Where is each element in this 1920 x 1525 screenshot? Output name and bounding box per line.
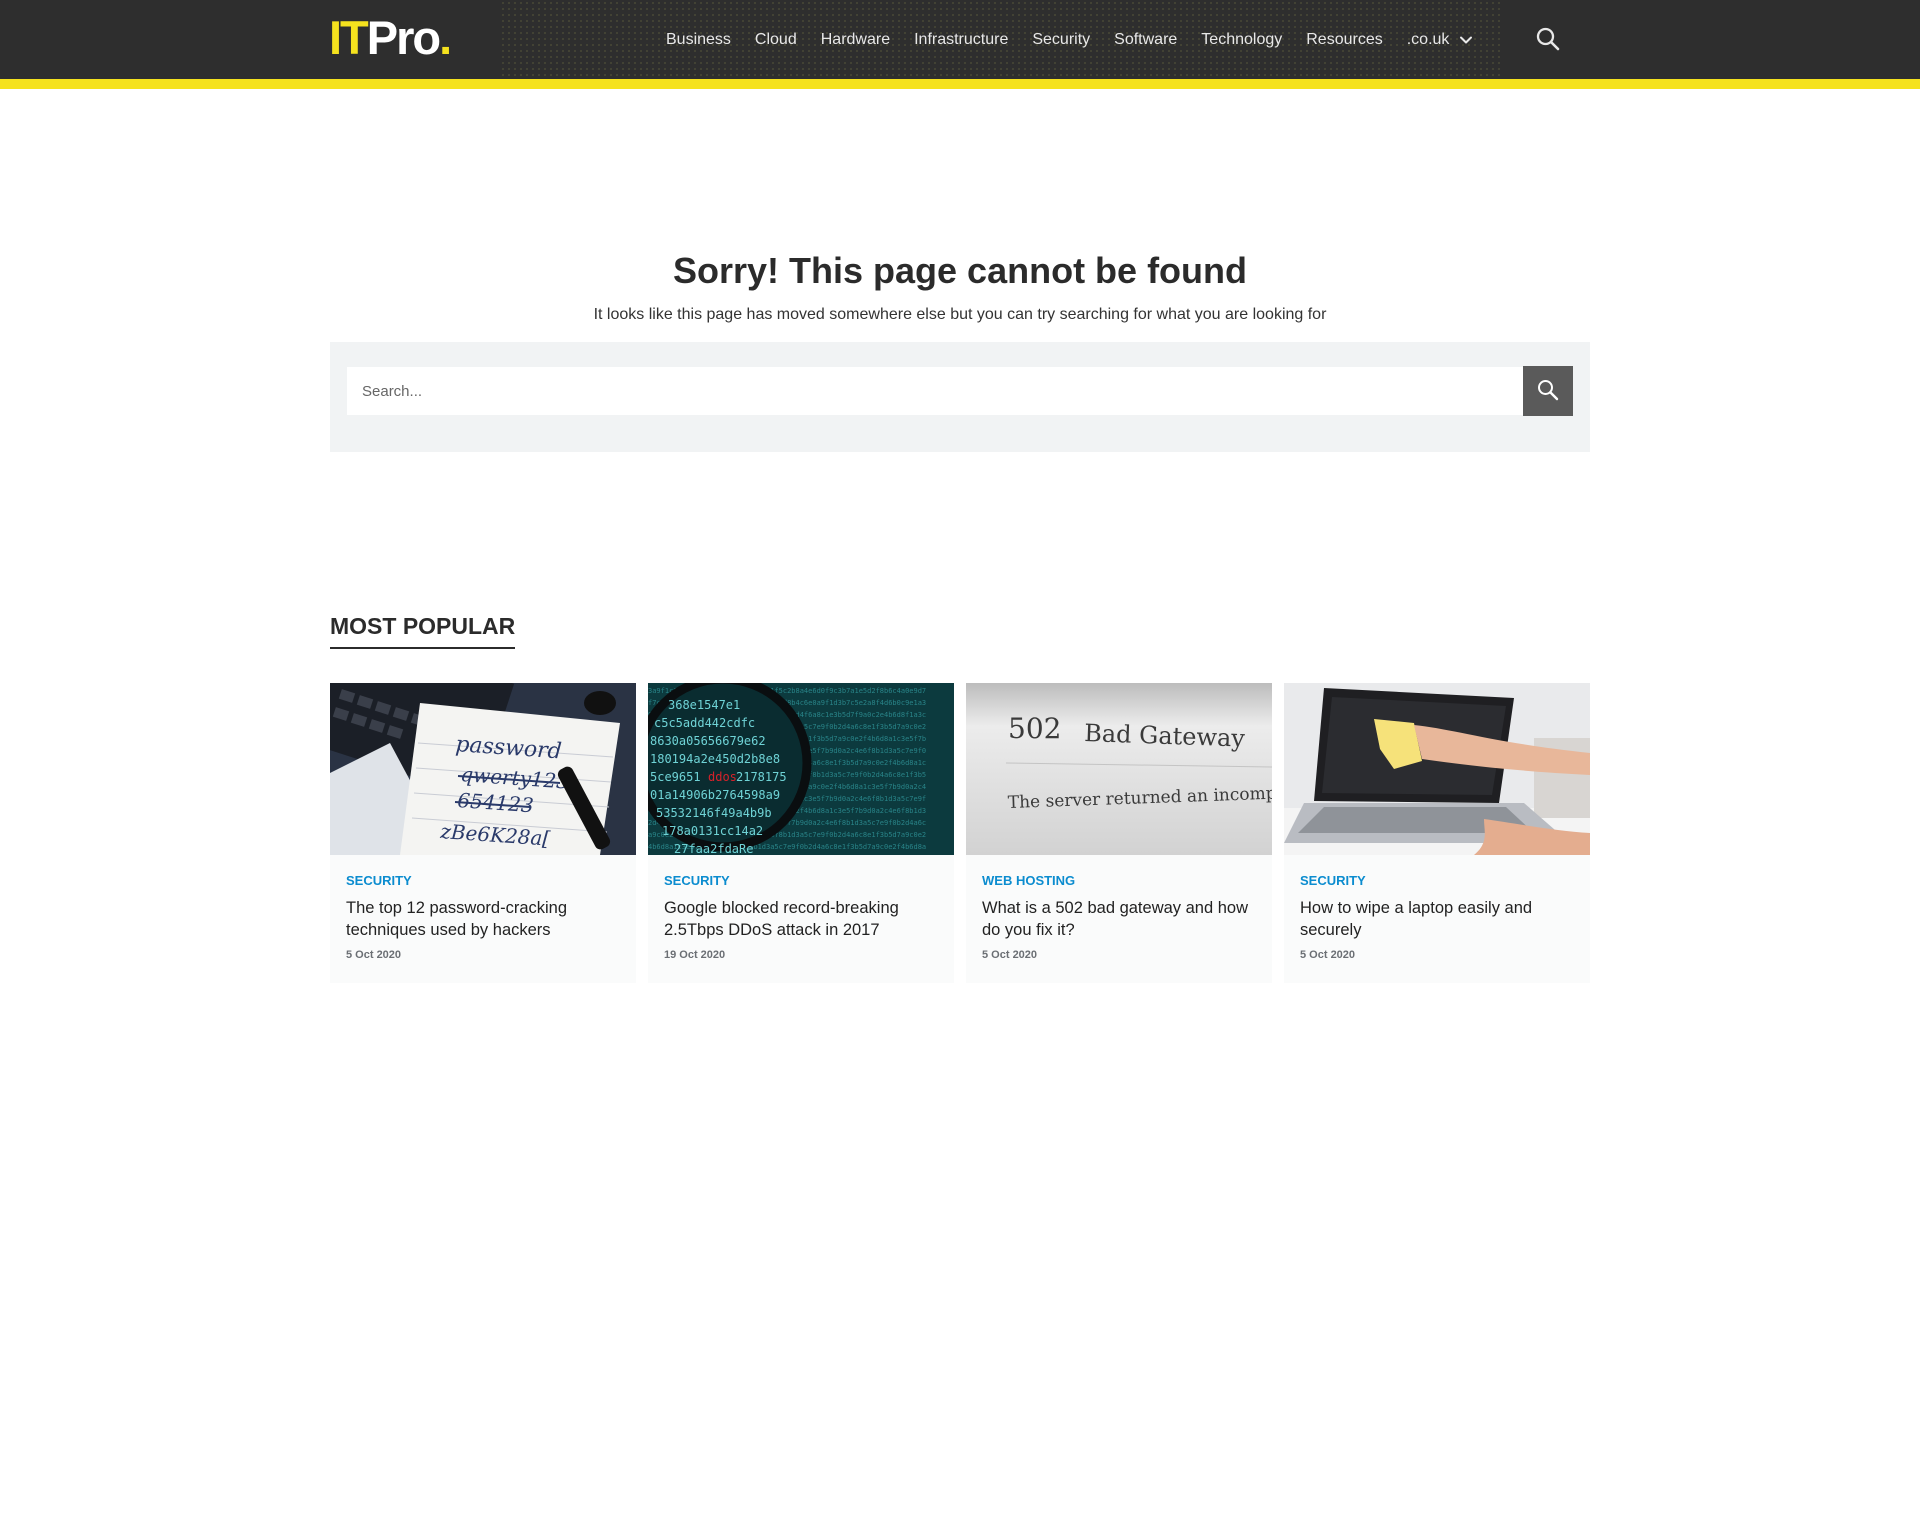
- nav-item-security[interactable]: Security: [1032, 31, 1090, 49]
- logo-it: IT: [329, 11, 369, 64]
- laptop-wipe-image[interactable]: [1284, 683, 1590, 855]
- search-icon: [1536, 378, 1560, 405]
- region-selector[interactable]: .co.uk: [1407, 31, 1450, 49]
- card-category[interactable]: SECURITY: [664, 873, 730, 888]
- logo-pro: Pro: [366, 11, 441, 64]
- svg-text:Bad Gateway: Bad Gateway: [1084, 719, 1246, 753]
- svg-text:ddos: ddos: [708, 770, 737, 784]
- itpro-logo[interactable]: IT Pro.: [329, 11, 452, 64]
- nav-item-cloud[interactable]: Cloud: [755, 31, 797, 49]
- svg-text:27faa2fdaRe: 27faa2fdaRe: [674, 842, 753, 855]
- card-category[interactable]: SECURITY: [1300, 873, 1366, 888]
- nav-item-hardware[interactable]: Hardware: [821, 31, 890, 49]
- nav-item-resources[interactable]: Resources: [1306, 31, 1382, 49]
- svg-text:53532146f49a4b9b: 53532146f49a4b9b: [656, 806, 772, 820]
- nav-item-business[interactable]: Business: [666, 31, 731, 49]
- search-panel: [330, 342, 1590, 452]
- header-accent-stripe: [0, 79, 1920, 89]
- svg-text:178a0131cc14a2: 178a0131cc14a2: [662, 824, 763, 838]
- article-card[interactable]: 502 Bad Gateway The server returned an i…: [966, 683, 1272, 983]
- svg-text:5ce9651: 5ce9651: [650, 770, 701, 784]
- page-title: Sorry! This page cannot be found: [672, 250, 1248, 291]
- card-title[interactable]: Google blocked record-breaking 2.5Tbps D…: [664, 897, 944, 941]
- card-date: 5 Oct 2020: [346, 949, 402, 961]
- logo-dot: .: [439, 11, 452, 64]
- chevron-down-icon[interactable]: [1459, 33, 1473, 47]
- nav-item-technology[interactable]: Technology: [1201, 31, 1282, 49]
- ddos-magnifier-image[interactable]: 3a9f1c0e7b44d2a1f8c6e9b0a7d3e1f5c2b8a4e6…: [648, 683, 954, 855]
- svg-text:2178175: 2178175: [736, 770, 787, 784]
- nav-item-infrastructure[interactable]: Infrastructure: [914, 31, 1008, 49]
- card-category[interactable]: WEB HOSTING: [982, 873, 1075, 888]
- card-title[interactable]: What is a 502 bad gateway and how do you…: [982, 897, 1262, 941]
- notebook-passwords-image[interactable]: password qwerty123 654123 zBe6K28a[: [330, 683, 636, 855]
- nav-item-software[interactable]: Software: [1114, 31, 1177, 49]
- svg-text:01a14906b2764598a9: 01a14906b2764598a9: [650, 788, 780, 802]
- bad-gateway-image[interactable]: 502 Bad Gateway The server returned an i…: [966, 683, 1272, 855]
- card-category[interactable]: SECURITY: [346, 873, 412, 888]
- card-title[interactable]: The top 12 password-cracking techniques …: [346, 897, 626, 941]
- site-header: IT Pro. Business Cloud Hardware Infrastru…: [0, 0, 1920, 79]
- article-card[interactable]: password qwerty123 654123 zBe6K28a[ SECU…: [330, 683, 636, 983]
- search-icon[interactable]: [1535, 26, 1561, 52]
- article-card[interactable]: 3a9f1c0e7b44d2a1f8c6e9b0a7d3e1f5c2b8a4e6…: [648, 683, 954, 983]
- search-button[interactable]: [1523, 366, 1573, 416]
- article-card[interactable]: SECURITY How to wipe a laptop easily and…: [1284, 683, 1590, 983]
- main-nav: Business Cloud Hardware Infrastructure S…: [666, 0, 1473, 79]
- most-popular-heading: MOST POPULAR: [330, 613, 516, 649]
- search-input[interactable]: [347, 367, 1523, 415]
- most-popular-list: password qwerty123 654123 zBe6K28a[ SECU…: [330, 683, 1590, 983]
- svg-text:368e1547e1: 368e1547e1: [668, 698, 740, 712]
- svg-text:180194a2e450d2b8e8: 180194a2e450d2b8e8: [650, 752, 780, 766]
- card-title[interactable]: How to wipe a laptop easily and securely: [1300, 897, 1580, 941]
- card-date: 5 Oct 2020: [1300, 949, 1356, 961]
- svg-text:c5c5add442cdfc: c5c5add442cdfc: [654, 716, 755, 730]
- svg-text:8630a05656679e62: 8630a05656679e62: [650, 734, 766, 748]
- svg-text:502: 502: [1008, 712, 1061, 745]
- card-date: 5 Oct 2020: [982, 949, 1038, 961]
- page-subtitle: It looks like this page has moved somewh…: [593, 306, 1327, 323]
- card-date: 19 Oct 2020: [664, 949, 726, 961]
